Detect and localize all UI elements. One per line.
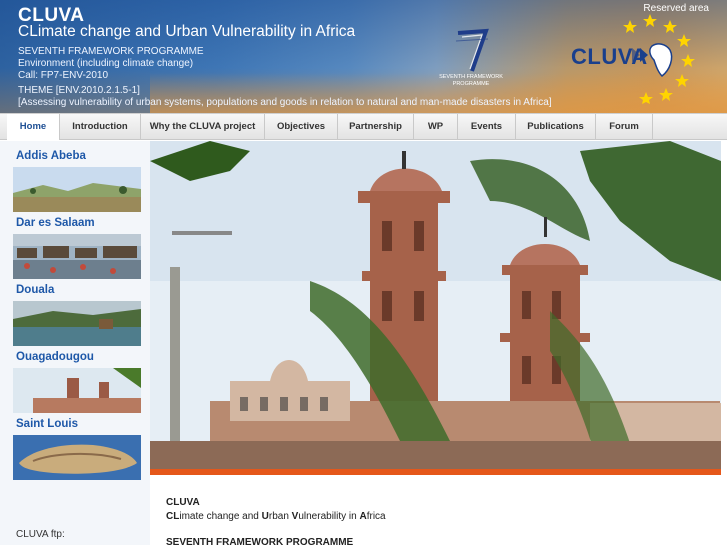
fp7-caption-line1: SEVENTH FRAMEWORK [439,74,503,80]
subtitle-part-frica: frica [366,511,386,522]
subtitle-part-u: U [261,511,269,522]
nav-objectives[interactable]: Objectives [265,114,338,140]
cluva-logo-text: CLUVA [571,44,648,69]
ftp-label: CLUVA ftp: [16,529,65,540]
city-link-douala[interactable]: Douala [16,284,54,296]
nav-introduction[interactable]: Introduction [60,114,141,140]
nav-why-cluva[interactable]: Why the CLUVA project [141,114,265,140]
subtitle-part-rban: rban [268,511,292,522]
nav-publications[interactable]: Publications [516,114,596,140]
hero-image-mosque [150,141,721,475]
fp7-caption-line2: PROGRAMME [452,80,490,87]
nav-wp[interactable]: WP [414,114,458,140]
city-dar-es-salaam: Dar es Salaam [0,214,150,280]
city-thumb-douala[interactable] [13,301,141,346]
content-subtitle: CLimate change and Urban Vulnerability i… [166,511,386,522]
site-header: CLUVA CLimate change and Urban Vulnerabi… [0,0,727,113]
city-link-dar-es-salaam[interactable]: Dar es Salaam [16,217,95,229]
environment-label: Environment (including climate change) [18,58,194,69]
fp7-seven-icon [455,28,489,72]
nav-events[interactable]: Events [458,114,516,140]
city-thumb-addis-abeba[interactable] [13,167,141,212]
city-link-saint-louis[interactable]: Saint Louis [16,418,78,430]
theme-label: THEME [ENV.2010.2.1.5-1] [18,85,140,96]
subtitle-part-ulnerability: ulnerability in [298,511,360,522]
nav-forum[interactable]: Forum [596,114,653,140]
call-label: Call: FP7-ENV-2010 [18,70,109,81]
fp7-logo: SEVENTH FRAMEWORK PROGRAMME [438,27,504,89]
intro-content: CLUVA CLimate change and Urban Vulnerabi… [150,475,727,545]
city-link-addis-abeba[interactable]: Addis Abeba [16,150,86,162]
theme-description: [Assessing vulnerability of urban system… [18,97,552,108]
city-sidebar: Addis Abeba Dar es Salaam Douala Ouagado… [0,141,150,545]
city-addis-abeba: Addis Abeba [0,147,150,213]
content-programme: SEVENTH FRAMEWORK PROGRAMME [166,537,354,545]
main-navigation: Home Introduction Why the CLUVA project … [0,113,727,140]
programme-label: SEVENTH FRAMEWORK PROGRAMME [18,46,204,57]
city-douala: Douala [0,281,150,347]
nav-partnership[interactable]: Partnership [338,114,414,140]
city-saint-louis: Saint Louis [0,415,150,481]
nav-home[interactable]: Home [7,114,60,140]
content-title: CLUVA [166,497,200,508]
subtitle-part-cl: CL [166,511,180,522]
subtitle-part-a: A [359,511,367,522]
city-thumb-saint-louis[interactable] [13,435,141,480]
city-thumb-ouagadougou[interactable] [13,368,141,413]
city-link-ouagadougou[interactable]: Ouagadougou [16,351,94,363]
cluva-logo: CLUVA [566,12,706,104]
site-subtitle: CLimate change and Urban Vulnerability i… [18,23,356,40]
city-ouagadougou: Ouagadougou [0,348,150,414]
subtitle-part-imate: imate change and [179,511,262,522]
city-thumb-dar-es-salaam[interactable] [13,234,141,279]
